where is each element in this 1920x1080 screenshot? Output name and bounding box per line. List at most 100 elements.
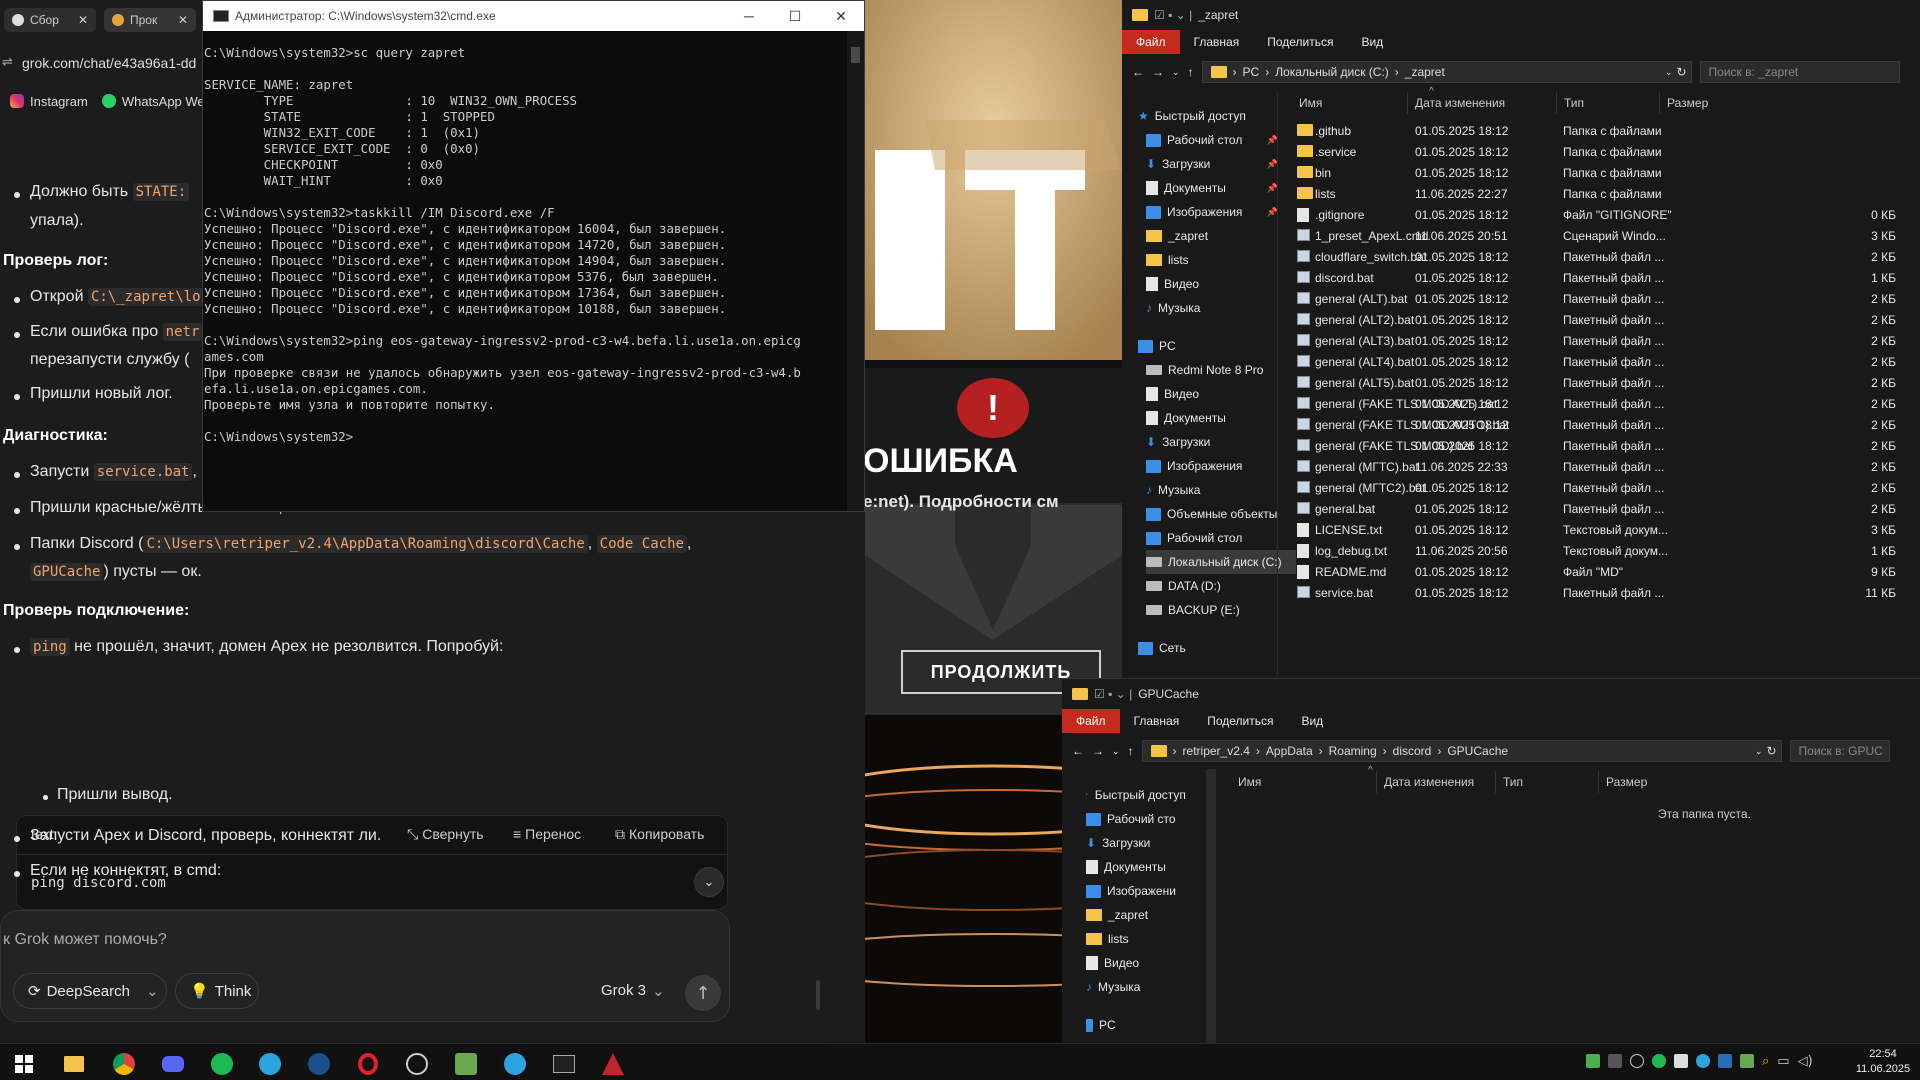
site-info-icon[interactable]: ⇌ [2, 55, 13, 70]
column-header[interactable]: Тип [1564, 96, 1584, 120]
column-divider[interactable] [1376, 771, 1377, 793]
nav-item[interactable]: Объемные объекты [1146, 502, 1296, 526]
nav-item[interactable]: Сеть [1138, 636, 1288, 660]
column-divider[interactable] [1495, 771, 1496, 793]
breadcrumb-item[interactable]: retriper_v2.4 [1183, 744, 1250, 758]
quick-access-toolbar-icon[interactable]: ☑ ▪ ⌄ | [1154, 8, 1192, 22]
chat-input-placeholder[interactable]: к Grok может помочь? [3, 931, 167, 949]
ribbon-tab-file[interactable]: Файл [1122, 30, 1180, 54]
address-bar[interactable]: › retriper_v2.4 › AppData › Roaming › discor… [1141, 740, 1782, 762]
chevron-down-icon[interactable]: ⌄ [1665, 67, 1673, 78]
file-row[interactable]: discord.bat 01.05.2025 18:12 Пакетный файл… [1277, 267, 1920, 288]
file-row[interactable]: bin 01.05.2025 18:12 Папка с файлами [1277, 162, 1920, 183]
file-row[interactable]: general (ALT2).bat 01.05.2025 18:12 Пакетн… [1277, 309, 1920, 330]
column-divider[interactable] [1598, 771, 1599, 793]
nav-item[interactable]: _zapret [1146, 224, 1296, 248]
ribbon-tab-view[interactable]: Вид [1287, 714, 1337, 728]
breadcrumb-item[interactable]: _zapret [1405, 65, 1445, 79]
file-row[interactable]: general (ALT3).bat 01.05.2025 18:12 Пакетн… [1277, 330, 1920, 351]
file-row[interactable]: general (ALT).bat 01.05.2025 18:12 Пакетны… [1277, 288, 1920, 309]
nav-item[interactable]: PC [1138, 334, 1288, 358]
back-arrow-icon[interactable]: ← [1132, 65, 1144, 79]
file-row[interactable]: general (FAKE TLS MOD ALT).bat 01.05.2025… [1277, 393, 1920, 414]
telegram-icon[interactable] [1696, 1054, 1710, 1068]
scrollbar[interactable] [816, 980, 820, 1010]
up-arrow-icon[interactable]: ↑ [1188, 65, 1194, 79]
deepsearch-button[interactable]: ⟳ DeepSearch ⌄ [13, 973, 167, 1009]
browser-tab[interactable]: Прок ✕ [104, 8, 196, 32]
model-selector[interactable]: Grok 3 ⌄ [601, 982, 665, 1000]
file-row[interactable]: general (МГТС2).bat 01.05.2025 18:12 Пакет… [1277, 477, 1920, 498]
console-output[interactable]: C:\Windows\system32>sc query zapret SERVI… [203, 45, 848, 445]
network-icon[interactable]: ▭ [1777, 1054, 1789, 1069]
breadcrumb-item[interactable]: Локальный диск (C:) [1275, 65, 1389, 79]
quick-access-toolbar-icon[interactable]: ☑ ▪ ⌄ | [1094, 687, 1132, 701]
column-divider[interactable] [1407, 92, 1408, 114]
nav-item[interactable]: Изображения [1146, 454, 1296, 478]
column-header[interactable]: Размер [1667, 96, 1708, 120]
close-icon[interactable]: ✕ [178, 13, 188, 27]
tray-app-icon[interactable] [1630, 1054, 1644, 1068]
bookmark-whatsapp[interactable]: WhatsApp Wel [101, 94, 208, 109]
breadcrumb-item[interactable]: discord [1393, 744, 1432, 758]
ribbon-tab-file[interactable]: Файл [1062, 709, 1120, 733]
tray-app-icon[interactable] [1674, 1054, 1688, 1068]
file-row[interactable]: .gitignore 01.05.2025 18:12 Файл "GITIGNOR… [1277, 204, 1920, 225]
forward-arrow-icon[interactable]: → [1152, 65, 1164, 79]
cmd-window[interactable]: Администратор: C:\Windows\system32\cmd.e… [202, 0, 865, 512]
nav-item[interactable]: Изображения 📌 [1146, 200, 1296, 224]
close-icon[interactable]: ✕ [78, 13, 88, 27]
think-button[interactable]: 💡 Think [175, 973, 259, 1009]
file-row[interactable]: general (FAKE TLS MOD AUTO).bat 01.05.202… [1277, 414, 1920, 435]
file-row[interactable]: LICENSE.txt 01.05.2025 18:12 Текстовый док… [1277, 519, 1920, 540]
nav-item[interactable]: Локальный диск (C:) [1146, 550, 1296, 574]
telegram-taskbar-button-2[interactable] [499, 1048, 531, 1080]
chrome-taskbar-button[interactable] [108, 1048, 140, 1080]
opera-taskbar-button[interactable] [352, 1048, 384, 1080]
ribbon-tab-home[interactable]: Главная [1120, 714, 1194, 728]
ribbon-tab-share[interactable]: Поделиться [1253, 35, 1347, 49]
breadcrumb-item[interactable]: GPUCache [1447, 744, 1508, 758]
file-row[interactable]: service.bat 01.05.2025 18:12 Пакетный файл… [1277, 582, 1920, 603]
file-row[interactable]: .github 01.05.2025 18:12 Папка с файлами [1277, 120, 1920, 141]
cmd-titlebar[interactable]: Администратор: C:\Windows\system32\cmd.e… [203, 1, 864, 31]
column-header[interactable]: Имя [1299, 96, 1322, 120]
nav-item[interactable]: PC [1086, 1013, 1208, 1037]
nav-item[interactable]: Изображени📌 [1086, 879, 1208, 903]
file-row[interactable]: general (ALT5).bat 01.05.2025 18:12 Пакетн… [1277, 372, 1920, 393]
nav-item[interactable]: ⬇Загрузки📌 [1086, 831, 1208, 855]
nav-item[interactable]: ⬇Загрузки📌 [1146, 152, 1296, 176]
file-row[interactable]: lists 11.06.2025 22:27 Папка с файлами [1277, 183, 1920, 204]
spotify-taskbar-button[interactable] [206, 1048, 238, 1080]
address-bar[interactable]: › PC › Локальный диск (C:) › _zapret ⌄ ↻ [1201, 61, 1692, 83]
nav-item[interactable]: ♪ Музыка [1086, 975, 1208, 999]
nav-item[interactable]: Redmi Note 8 Pro [1146, 358, 1296, 382]
column-header[interactable]: Тип [1503, 775, 1523, 799]
column-header[interactable]: Дата изменения [1415, 96, 1505, 120]
nav-item[interactable]: DATA (D:) [1146, 574, 1296, 598]
nav-item[interactable]: ⬇ Загрузки [1146, 430, 1296, 454]
ribbon-tab-view[interactable]: Вид [1347, 35, 1397, 49]
back-arrow-icon[interactable]: ← [1072, 744, 1084, 758]
copy-button[interactable]: ⧉ Копировать [615, 826, 704, 843]
column-header[interactable]: Имя [1238, 775, 1261, 799]
browser-tab[interactable]: Сбор ✕ [4, 8, 96, 32]
explorer-zapret[interactable]: ☑ ▪ ⌄ | _zapret Файл Главная Поделиться … [1122, 0, 1920, 676]
volume-icon[interactable]: ◁) [1798, 1054, 1813, 1069]
collapse-button[interactable]: ⤡ Свернуть [407, 826, 484, 843]
nav-item[interactable]: Рабочий стол [1146, 526, 1296, 550]
up-arrow-icon[interactable]: ↑ [1128, 744, 1134, 758]
breadcrumb-item[interactable]: PC [1243, 65, 1260, 79]
apex-taskbar-button[interactable] [597, 1048, 629, 1080]
cmd-taskbar-button[interactable] [548, 1048, 580, 1080]
scroll-down-button[interactable]: ⌄ [694, 867, 724, 897]
nvidia-icon[interactable] [1740, 1054, 1754, 1068]
file-row[interactable]: cloudflare_switch.bat 01.05.2025 18:12 Пак… [1277, 246, 1920, 267]
file-row[interactable]: general.bat 01.05.2025 18:12 Пакетный файл… [1277, 498, 1920, 519]
app-taskbar-button[interactable] [401, 1048, 433, 1080]
spotify-icon[interactable] [1652, 1054, 1666, 1068]
maximize-button[interactable]: ☐ [772, 1, 818, 31]
tray-app-icon[interactable] [1718, 1054, 1732, 1068]
nav-item[interactable]: ★ Быстрый доступ [1086, 783, 1208, 807]
breadcrumb-item[interactable]: Roaming [1329, 744, 1377, 758]
